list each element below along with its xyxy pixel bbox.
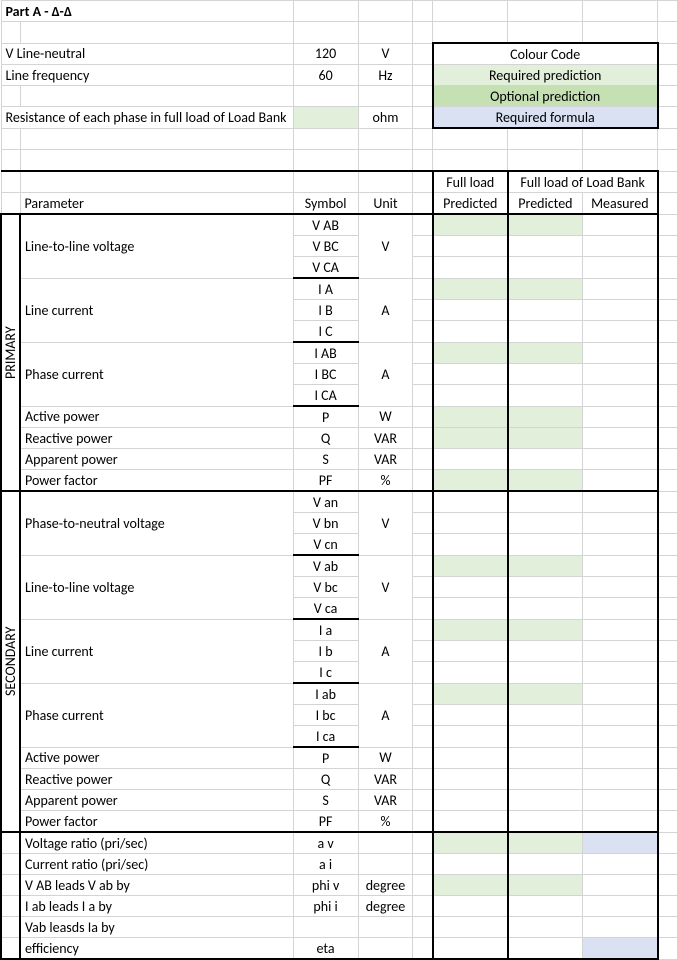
symbol-cell: V AB <box>293 214 358 236</box>
freq-unit: Hz <box>358 65 413 86</box>
measured-cell[interactable] <box>583 214 658 236</box>
unit-cell: A <box>358 342 413 406</box>
param-cell: Phase current <box>20 683 293 747</box>
hdr-full-load-bank: Full load of Load Bank <box>508 171 658 193</box>
predicted-cell[interactable] <box>433 214 508 236</box>
symbol-cell: I BC <box>293 364 358 385</box>
hdr-symbol: Symbol <box>293 193 358 215</box>
freq-label: Line frequency <box>1 65 293 86</box>
hdr-unit: Unit <box>358 193 413 215</box>
symbol-cell: I CA <box>293 385 358 407</box>
hdr-predicted2: Predicted <box>508 193 583 215</box>
title: Part A - Δ-Δ <box>1 1 293 22</box>
legend-req-pred: Required prediction <box>433 65 658 86</box>
param-cell: Power factor <box>20 470 293 492</box>
param-cell: Line current <box>20 619 293 683</box>
param-cell: Line current <box>20 278 293 342</box>
hdr-full-load: Full load <box>433 171 508 193</box>
symbol-cell: I B <box>293 300 358 321</box>
primary-label: PRIMARY <box>1 214 20 491</box>
res-label: Resistance of each phase in full load of… <box>1 107 293 129</box>
legend-title: Colour Code <box>433 43 658 65</box>
param-cell: Line-to-line voltage <box>20 555 293 619</box>
hdr-predicted1: Predicted <box>433 193 508 215</box>
secondary-label: SECONDARY <box>1 491 20 832</box>
res-value[interactable] <box>293 107 358 129</box>
vln-value[interactable]: 120 <box>293 43 358 65</box>
hdr-measured: Measured <box>583 193 658 215</box>
legend-opt-pred: Optional prediction <box>433 86 658 107</box>
symbol-cell: I AB <box>293 342 358 364</box>
symbol-cell: I C <box>293 321 358 343</box>
symbol-cell: V CA <box>293 257 358 279</box>
vln-label: V Line-neutral <box>1 43 293 65</box>
freq-value[interactable]: 60 <box>293 65 358 86</box>
param-cell: Active power <box>20 406 293 428</box>
param-cell: Phase current <box>20 342 293 406</box>
res-unit: ohm <box>358 107 413 129</box>
legend-req-form: Required formula <box>433 107 658 129</box>
spreadsheet: Part A - Δ-Δ V Line-neutral 120 V Colour… <box>0 0 678 960</box>
vln-unit: V <box>358 43 413 65</box>
unit-cell: A <box>358 278 413 342</box>
param-cell: Reactive power <box>20 428 293 449</box>
unit-cell: V <box>358 214 413 278</box>
param-cell: Apparent power <box>20 449 293 470</box>
param-cell: Phase-to-neutral voltage <box>20 491 293 555</box>
symbol-cell: V BC <box>293 236 358 257</box>
hdr-parameter: Parameter <box>20 193 293 215</box>
symbol-cell: I A <box>293 278 358 300</box>
param-cell: Line-to-line voltage <box>20 214 293 278</box>
predicted-cell[interactable] <box>508 214 583 236</box>
